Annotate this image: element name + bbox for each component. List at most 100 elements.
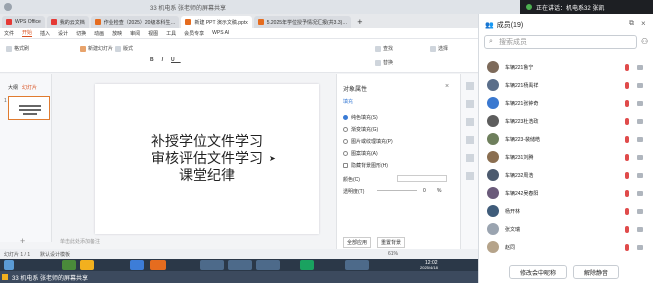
menu-tools[interactable]: 工具 <box>166 30 176 37</box>
member-item[interactable]: 车辆242吴春阳 <box>487 186 647 200</box>
notes-area[interactable]: 单击此处添加备注 <box>52 236 337 247</box>
toolbar-icon[interactable] <box>466 118 474 126</box>
slide-canvas[interactable]: 补授学位文件学习 审核评估文件学习 课堂纪律 ➤ <box>95 84 319 234</box>
object-properties-pane: 对象属性 × 填充 纯色填充(S) 渐变填充(G) 图片或纹理填充(P) 图案填… <box>336 74 460 249</box>
button-label: 替换 <box>383 60 394 66</box>
reset-background-button[interactable]: 重置背景 <box>377 237 406 248</box>
unmute-button[interactable]: 解除静音 <box>573 265 619 279</box>
app-icon[interactable] <box>300 260 314 270</box>
font-style-group[interactable]: BIU <box>150 57 181 63</box>
underline-icon: U <box>171 57 181 63</box>
member-item[interactable]: 杨开林 <box>487 204 647 218</box>
slides-tab[interactable]: 幻灯片 <box>22 84 37 91</box>
button-label: 格式刷 <box>14 46 30 52</box>
invite-icon[interactable]: ⚇ <box>641 37 648 46</box>
slide-thumbnail[interactable] <box>8 96 50 120</box>
mic-muted-icon <box>625 207 629 215</box>
color-picker[interactable] <box>397 175 447 182</box>
popout-icon[interactable]: ⧉ <box>629 20 634 28</box>
member-item[interactable]: 张文瑞 <box>487 222 647 236</box>
option-label: 隐藏背景图形(H) <box>351 163 388 169</box>
outline-tab[interactable]: 大纲 <box>8 84 18 91</box>
mic-muted-icon <box>625 153 629 161</box>
close-icon[interactable]: × <box>445 83 449 90</box>
camera-icon <box>637 82 643 88</box>
find-button[interactable]: 查找 <box>375 45 393 52</box>
select-button[interactable]: 选择 <box>430 45 448 52</box>
toolbar-icon[interactable] <box>466 82 474 90</box>
apply-all-button[interactable]: 全部应用 <box>343 237 372 248</box>
member-search-input[interactable]: ⌕ 搜索成员 <box>484 35 637 49</box>
menu-member[interactable]: 会员专享 <box>184 30 204 37</box>
member-item[interactable]: 车辆232周浩 <box>487 168 647 182</box>
app-icon[interactable] <box>62 260 76 270</box>
wps-icon[interactable] <box>150 260 166 270</box>
browser-icon[interactable] <box>80 260 94 270</box>
app-icon[interactable] <box>228 260 252 270</box>
app-icon[interactable] <box>256 260 280 270</box>
menu-home[interactable]: 开始 <box>22 29 33 37</box>
option-pattern-fill[interactable]: 图案填充(A) <box>343 150 378 157</box>
member-count: 成员(19) <box>496 22 524 29</box>
layout-button[interactable]: 版式 <box>115 45 133 52</box>
option-gradient-fill[interactable]: 渐变填充(G) <box>343 126 378 133</box>
member-item[interactable]: 车辆223-裴储皓 <box>487 132 647 146</box>
toolbar-icon[interactable] <box>466 172 474 180</box>
zoom-level[interactable]: 61% <box>388 251 398 257</box>
menu-insert[interactable]: 插入 <box>40 30 50 37</box>
new-slide-button[interactable]: 新建幻灯片 <box>80 45 113 52</box>
member-item[interactable]: 车辆221张钟奇 <box>487 96 647 110</box>
ppt-icon <box>185 19 192 25</box>
menu-wps-ai[interactable]: WPS AI <box>212 30 229 36</box>
member-item[interactable]: 车辆221鲁宁 <box>487 60 647 74</box>
windows-taskbar: 12:02 2025/4/18 <box>0 259 478 271</box>
toolbar-icon[interactable] <box>466 136 474 144</box>
member-item[interactable]: 车辆223杜浩政 <box>487 114 647 128</box>
tab-cloud-docs[interactable]: 我的云文档 <box>46 16 89 28</box>
member-item[interactable]: 车辆221杨禹祥 <box>487 78 647 92</box>
app-icon[interactable] <box>345 260 369 270</box>
pane-title: 对象属性 <box>343 87 368 93</box>
menu-view[interactable]: 视图 <box>148 30 158 37</box>
transparency-value[interactable]: 0 <box>423 188 426 194</box>
tab-label: 5.2025年学位授予情况汇报(共3.3)… <box>266 19 348 26</box>
menu-file[interactable]: 文件 <box>4 30 14 37</box>
app-icon[interactable] <box>200 260 224 270</box>
new-tab-button[interactable]: + <box>353 16 366 28</box>
tab-wps-office[interactable]: WPS Office <box>2 16 45 28</box>
mic-muted-icon <box>625 117 629 125</box>
member-item[interactable]: 车辆231刘腾 <box>487 150 647 164</box>
select-icon <box>430 45 436 52</box>
member-item[interactable]: 赵同 <box>487 240 647 254</box>
camera-icon <box>637 190 643 196</box>
members-icon: 👥 <box>485 22 494 29</box>
tab-new-ppt[interactable]: 新建 PPT 演示文稿.pptx <box>181 16 252 28</box>
menu-design[interactable]: 设计 <box>58 30 68 37</box>
option-solid-fill[interactable]: 纯色填充(S) <box>343 114 378 121</box>
camera-icon <box>637 64 643 70</box>
start-icon[interactable] <box>4 260 14 270</box>
radio-dot <box>343 127 348 132</box>
menu-animation[interactable]: 动画 <box>94 30 104 37</box>
add-slide-icon[interactable]: + <box>20 236 25 246</box>
toolbar-icon[interactable] <box>466 154 474 162</box>
option-label: 渐变填充(G) <box>351 127 379 133</box>
search-placeholder: 搜索成员 <box>499 39 527 46</box>
slide-text-box[interactable]: 补授学位文件学习 审核评估文件学习 课堂纪律 <box>95 134 319 185</box>
fill-tab[interactable]: 填充 <box>343 98 353 105</box>
close-icon[interactable]: × <box>641 19 646 28</box>
option-picture-fill[interactable]: 图片或纹理填充(P) <box>343 138 393 145</box>
tab-degree-report[interactable]: 5.2025年学位授予情况汇报(共3.3)… <box>253 16 352 28</box>
app-icon[interactable] <box>130 260 144 270</box>
rename-button[interactable]: 修改会中昵称 <box>509 265 567 279</box>
toolbar-icon[interactable] <box>466 100 474 108</box>
tab-homework[interactable]: 作业检查（2025）20级本科生… <box>90 16 180 28</box>
menu-transition[interactable]: 切换 <box>76 30 86 37</box>
clock-date: 2025/4/18 <box>420 265 438 270</box>
option-hide-bg[interactable]: 隐藏背景图形(H) <box>343 162 388 169</box>
format-painter-button[interactable]: 格式刷 <box>6 45 29 52</box>
replace-button[interactable]: 替换 <box>375 59 393 66</box>
menu-slideshow[interactable]: 放映 <box>112 30 122 37</box>
menu-review[interactable]: 审阅 <box>130 30 140 37</box>
transparency-slider[interactable] <box>377 190 417 191</box>
